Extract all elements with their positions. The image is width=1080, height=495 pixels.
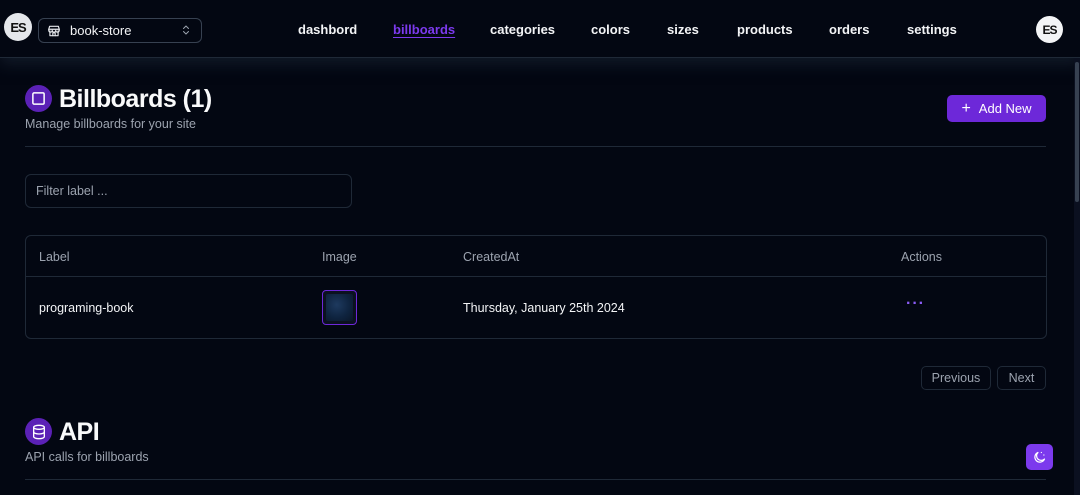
api-title: API [59,418,100,446]
thumbnail-image [326,294,353,321]
plus-icon: + [961,99,971,117]
scrollbar-thumb[interactable] [1075,62,1079,202]
cell-created-at: Thursday, January 25th 2024 [463,301,625,315]
api-divider [25,479,1046,480]
filter-input[interactable] [25,174,352,208]
main-nav: dashbord billboards categories colors si… [0,22,1080,38]
page-subtitle: Manage billboards for your site [25,117,196,131]
top-navbar: ES book-store dashbord billboards catego… [0,0,1080,58]
nav-dashboard[interactable]: dashbord [298,22,357,37]
nav-orders[interactable]: orders [829,22,869,37]
billboard-thumbnail[interactable] [322,290,357,325]
nav-colors[interactable]: colors [591,22,630,37]
api-subtitle: API calls for billboards [25,450,149,464]
divider [25,146,1046,147]
nav-settings[interactable]: settings [907,22,957,37]
billboards-table: Label Image CreatedAt Actions programing… [25,235,1047,339]
row-actions-button[interactable]: ··· [906,296,925,312]
user-avatar[interactable]: ES [1036,16,1063,43]
page-title: Billboards (1) [59,85,212,113]
database-icon [25,418,52,445]
column-header-actions[interactable]: Actions [901,250,942,264]
nav-sizes[interactable]: sizes [667,22,699,37]
add-new-button[interactable]: + Add New [947,95,1046,122]
column-header-createdat[interactable]: CreatedAt [463,250,519,264]
column-header-label[interactable]: Label [39,250,70,264]
nav-products[interactable]: products [737,22,793,37]
nav-categories[interactable]: categories [490,22,555,37]
moon-icon [1034,451,1046,463]
header-divider [26,276,1046,277]
billboard-heading-icon [25,85,52,112]
cell-label: programing-book [39,301,134,315]
previous-button[interactable]: Previous [921,366,991,390]
next-button[interactable]: Next [997,366,1046,390]
add-new-label: Add New [978,101,1032,116]
theme-toggle-button[interactable] [1026,444,1053,470]
column-header-image[interactable]: Image [322,250,357,264]
nav-billboards[interactable]: billboards [393,22,455,37]
